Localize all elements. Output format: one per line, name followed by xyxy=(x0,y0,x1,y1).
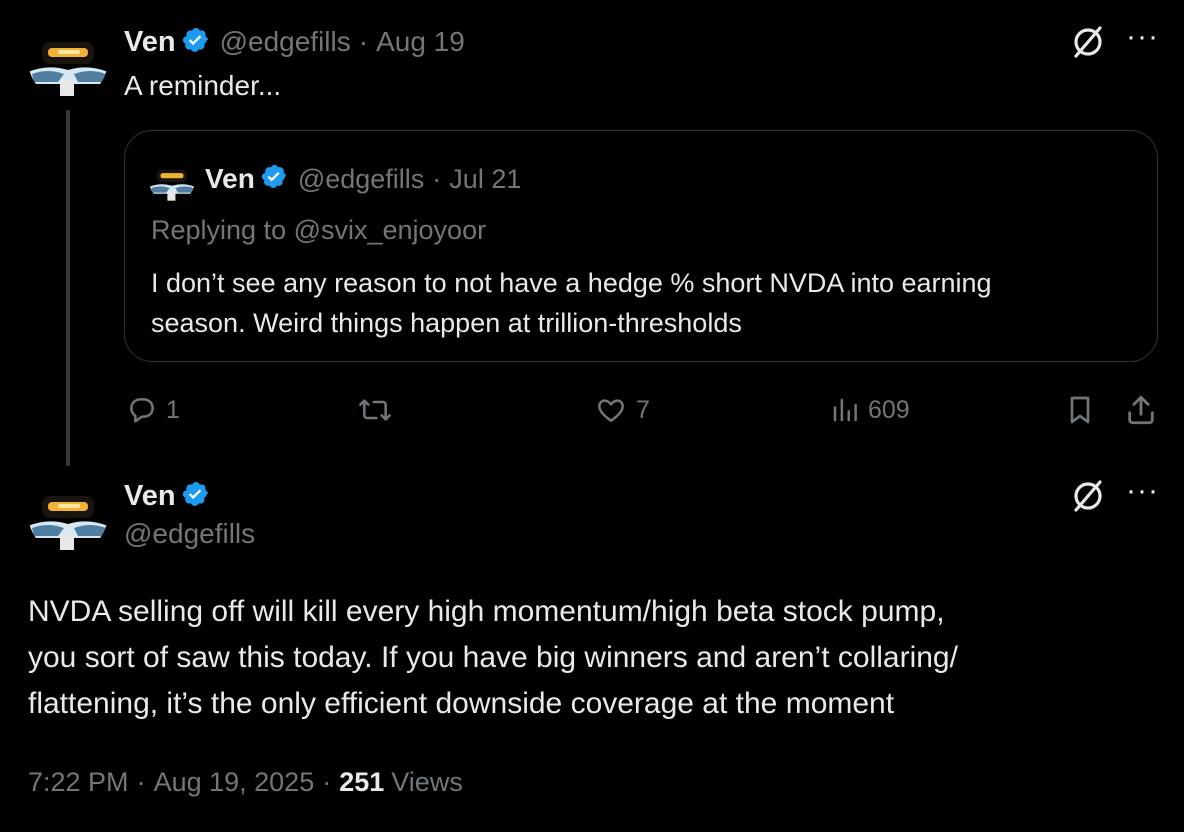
quote-date-separator: · xyxy=(432,163,442,194)
quote-author-avatar[interactable] xyxy=(149,157,195,203)
grok-icon[interactable] xyxy=(1070,24,1106,65)
author-name[interactable]: Ven xyxy=(124,26,176,59)
tweet-text: A reminder... xyxy=(124,70,282,101)
main-author-handle[interactable]: @edgefills xyxy=(124,518,255,550)
main-tweet-text-line2: you sort of saw this today. If you have … xyxy=(28,641,958,674)
tweet-full-date[interactable]: Aug 19, 2025 xyxy=(154,767,315,798)
quote-date: Jul 21 xyxy=(449,163,522,194)
views-label: Views xyxy=(391,766,463,797)
tweet-time[interactable]: 7:22 PM xyxy=(28,767,129,798)
quote-text-line2: season. Weird things happen at trillion-… xyxy=(151,308,742,338)
main-author-name[interactable]: Ven xyxy=(124,480,176,513)
view-count-main: 251 xyxy=(339,766,385,797)
quote-text-line1: I don’t see any reason to not have a hed… xyxy=(151,268,992,298)
like-button[interactable]: 7 xyxy=(594,394,650,426)
replying-to: Replying to @svix_enjoyoor xyxy=(151,215,487,245)
repost-icon xyxy=(359,399,391,421)
date-separator: · xyxy=(358,26,369,57)
verified-icon xyxy=(261,163,288,195)
verified-icon xyxy=(182,480,210,513)
meta-separator-2: · xyxy=(322,766,332,797)
tweet-metadata: 7:22 PM · Aug 19, 2025 · 251 Views xyxy=(28,764,463,800)
quote-author-handle: @edgefills xyxy=(297,163,425,194)
views-button[interactable]: 609 xyxy=(830,394,910,426)
tweet-header: Ven @edgefills · Aug 19 xyxy=(124,24,465,60)
like-icon xyxy=(598,399,624,422)
quote-author-name: Ven xyxy=(205,163,255,194)
views-icon xyxy=(833,398,857,422)
like-count: 7 xyxy=(636,395,650,424)
grok-icon[interactable] xyxy=(1070,478,1106,519)
tweet-date[interactable]: Aug 19 xyxy=(376,26,465,58)
quote-header: Ven @edgefills · Jul 21 xyxy=(205,161,521,197)
more-icon[interactable]: ··· xyxy=(1126,20,1159,54)
author-handle[interactable]: @edgefills xyxy=(220,26,351,58)
share-icon[interactable] xyxy=(1124,393,1158,432)
main-tweet-text-line1: NVDA selling off will kill every high mo… xyxy=(28,595,945,628)
verified-icon xyxy=(182,26,210,59)
main-author-avatar[interactable] xyxy=(28,474,108,554)
main-tweet-text-line3: flattening, it’s the only efficient down… xyxy=(28,687,895,720)
bookmark-icon[interactable] xyxy=(1064,393,1096,432)
repost-button[interactable] xyxy=(356,394,402,426)
main-tweet-header: Ven xyxy=(124,478,210,514)
reply-button[interactable]: 1 xyxy=(126,394,180,426)
thread-connector-line xyxy=(66,110,70,466)
view-count: 609 xyxy=(868,395,910,424)
meta-separator-1: · xyxy=(136,766,146,797)
reply-icon xyxy=(130,398,154,423)
quoted-tweet-card[interactable]: Ven @edgefills · Jul 21 Replying to @svi… xyxy=(124,130,1158,362)
more-icon[interactable]: ··· xyxy=(1126,474,1159,508)
author-avatar[interactable] xyxy=(28,20,108,100)
reply-count: 1 xyxy=(166,395,180,424)
